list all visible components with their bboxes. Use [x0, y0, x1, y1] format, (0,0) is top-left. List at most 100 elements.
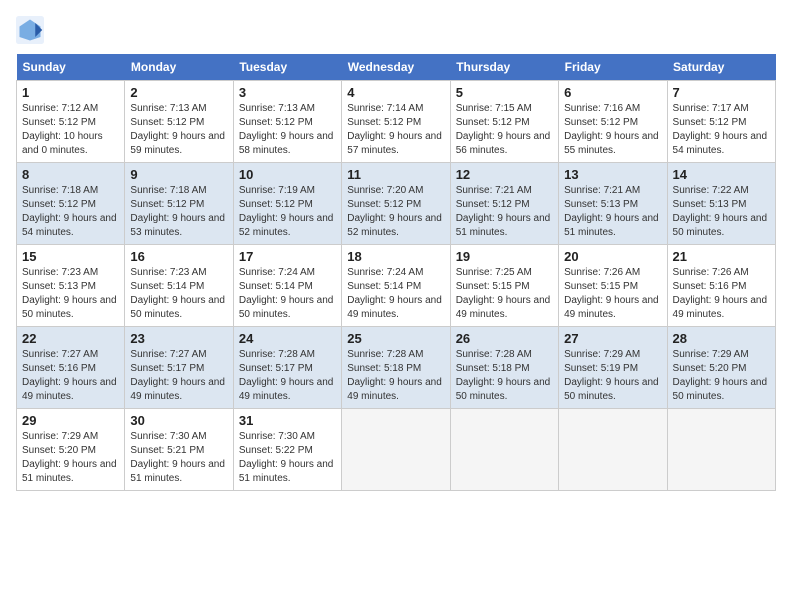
day-info: Sunrise: 7:27 AMSunset: 5:17 PMDaylight:… [130, 348, 227, 404]
day-number: 29 [22, 413, 119, 428]
calendar-cell: 31Sunrise: 7:30 AMSunset: 5:22 PMDayligh… [233, 409, 341, 491]
day-info: Sunrise: 7:16 AMSunset: 5:12 PMDaylight:… [564, 102, 661, 158]
day-info: Sunrise: 7:24 AMSunset: 5:14 PMDaylight:… [239, 266, 336, 322]
calendar-week-row: 8 Sunrise: 7:18 AMSunset: 5:12 PMDaylight… [17, 163, 776, 245]
day-info: Sunrise: 7:26 AMSunset: 5:16 PMDaylight:… [673, 266, 770, 322]
day-number: 18 [347, 249, 444, 264]
column-header-sunday: Sunday [17, 54, 125, 81]
day-info: Sunrise: 7:20 AMSunset: 5:12 PMDaylight:… [347, 184, 444, 240]
column-header-thursday: Thursday [450, 54, 558, 81]
day-info: Sunrise: 7:30 AMSunset: 5:21 PMDaylight:… [130, 430, 227, 486]
day-number: 20 [564, 249, 661, 264]
day-number: 12 [456, 167, 553, 182]
calendar-table: SundayMondayTuesdayWednesdayThursdayFrid… [16, 54, 776, 491]
day-info: Sunrise: 7:24 AMSunset: 5:14 PMDaylight:… [347, 266, 444, 322]
calendar-cell: 30 Sunrise: 7:30 AMSunset: 5:21 PMDayligh… [125, 409, 233, 491]
calendar-cell: 14Sunrise: 7:22 AMSunset: 5:13 PMDayligh… [667, 163, 775, 245]
day-number: 11 [347, 167, 444, 182]
calendar-cell: 19 Sunrise: 7:25 AMSunset: 5:15 PMDayligh… [450, 245, 558, 327]
calendar-cell: 29 Sunrise: 7:29 AMSunset: 5:20 PMDayligh… [17, 409, 125, 491]
day-number: 1 [22, 85, 119, 100]
day-info: Sunrise: 7:29 AMSunset: 5:20 PMDaylight:… [673, 348, 770, 404]
calendar-cell: 9 Sunrise: 7:18 AMSunset: 5:12 PMDaylight… [125, 163, 233, 245]
day-info: Sunrise: 7:15 AMSunset: 5:12 PMDaylight:… [456, 102, 553, 158]
calendar-cell: 10 Sunrise: 7:19 AMSunset: 5:12 PMDayligh… [233, 163, 341, 245]
day-number: 4 [347, 85, 444, 100]
calendar-cell: 4 Sunrise: 7:14 AMSunset: 5:12 PMDaylight… [342, 81, 450, 163]
day-info: Sunrise: 7:12 AMSunset: 5:12 PMDaylight:… [22, 102, 119, 158]
day-info: Sunrise: 7:25 AMSunset: 5:15 PMDaylight:… [456, 266, 553, 322]
day-info: Sunrise: 7:19 AMSunset: 5:12 PMDaylight:… [239, 184, 336, 240]
day-number: 30 [130, 413, 227, 428]
calendar-cell [342, 409, 450, 491]
day-info: Sunrise: 7:13 AMSunset: 5:12 PMDaylight:… [239, 102, 336, 158]
calendar-week-row: 22Sunrise: 7:27 AMSunset: 5:16 PMDayligh… [17, 327, 776, 409]
calendar-cell: 26 Sunrise: 7:28 AMSunset: 5:18 PMDayligh… [450, 327, 558, 409]
day-number: 10 [239, 167, 336, 182]
day-info: Sunrise: 7:23 AMSunset: 5:14 PMDaylight:… [130, 266, 227, 322]
calendar-cell [559, 409, 667, 491]
day-info: Sunrise: 7:18 AMSunset: 5:12 PMDaylight:… [130, 184, 227, 240]
day-number: 2 [130, 85, 227, 100]
day-info: Sunrise: 7:14 AMSunset: 5:12 PMDaylight:… [347, 102, 444, 158]
calendar-cell: 12 Sunrise: 7:21 AMSunset: 5:12 PMDayligh… [450, 163, 558, 245]
calendar-cell: 6 Sunrise: 7:16 AMSunset: 5:12 PMDaylight… [559, 81, 667, 163]
day-number: 23 [130, 331, 227, 346]
day-info: Sunrise: 7:29 AMSunset: 5:20 PMDaylight:… [22, 430, 119, 486]
day-number: 6 [564, 85, 661, 100]
day-info: Sunrise: 7:27 AMSunset: 5:16 PMDaylight:… [22, 348, 119, 404]
calendar-cell: 22Sunrise: 7:27 AMSunset: 5:16 PMDayligh… [17, 327, 125, 409]
day-number: 31 [239, 413, 336, 428]
day-number: 16 [130, 249, 227, 264]
calendar-cell: 28 Sunrise: 7:29 AMSunset: 5:20 PMDayligh… [667, 327, 775, 409]
day-info: Sunrise: 7:26 AMSunset: 5:15 PMDaylight:… [564, 266, 661, 322]
day-number: 9 [130, 167, 227, 182]
calendar-header-row: SundayMondayTuesdayWednesdayThursdayFrid… [17, 54, 776, 81]
day-number: 24 [239, 331, 336, 346]
calendar-cell: 25 Sunrise: 7:28 AMSunset: 5:18 PMDayligh… [342, 327, 450, 409]
calendar-cell [450, 409, 558, 491]
calendar-cell [667, 409, 775, 491]
column-header-friday: Friday [559, 54, 667, 81]
calendar-cell: 13 Sunrise: 7:21 AMSunset: 5:13 PMDayligh… [559, 163, 667, 245]
calendar-cell: 23 Sunrise: 7:27 AMSunset: 5:17 PMDayligh… [125, 327, 233, 409]
day-info: Sunrise: 7:13 AMSunset: 5:12 PMDaylight:… [130, 102, 227, 158]
column-header-tuesday: Tuesday [233, 54, 341, 81]
calendar-cell: 3 Sunrise: 7:13 AMSunset: 5:12 PMDaylight… [233, 81, 341, 163]
day-info: Sunrise: 7:21 AMSunset: 5:13 PMDaylight:… [564, 184, 661, 240]
column-header-monday: Monday [125, 54, 233, 81]
logo [16, 16, 48, 44]
calendar-cell: 8Sunrise: 7:18 AMSunset: 5:12 PMDaylight… [17, 163, 125, 245]
day-number: 19 [456, 249, 553, 264]
column-header-saturday: Saturday [667, 54, 775, 81]
calendar-cell: 21 Sunrise: 7:26 AMSunset: 5:16 PMDayligh… [667, 245, 775, 327]
calendar-cell: 27Sunrise: 7:29 AMSunset: 5:19 PMDayligh… [559, 327, 667, 409]
day-info: Sunrise: 7:28 AMSunset: 5:17 PMDaylight:… [239, 348, 336, 404]
column-header-wednesday: Wednesday [342, 54, 450, 81]
day-number: 28 [673, 331, 770, 346]
calendar-cell: 17Sunrise: 7:24 AMSunset: 5:14 PMDayligh… [233, 245, 341, 327]
day-number: 27 [564, 331, 661, 346]
calendar-cell: 11 Sunrise: 7:20 AMSunset: 5:12 PMDayligh… [342, 163, 450, 245]
calendar-cell: 15 Sunrise: 7:23 AMSunset: 5:13 PMDayligh… [17, 245, 125, 327]
day-info: Sunrise: 7:21 AMSunset: 5:12 PMDaylight:… [456, 184, 553, 240]
day-info: Sunrise: 7:28 AMSunset: 5:18 PMDaylight:… [347, 348, 444, 404]
day-info: Sunrise: 7:22 AMSunset: 5:13 PMDaylight:… [673, 184, 770, 240]
calendar-week-row: 1 Sunrise: 7:12 AMSunset: 5:12 PMDaylight… [17, 81, 776, 163]
day-number: 7 [673, 85, 770, 100]
day-number: 26 [456, 331, 553, 346]
day-number: 3 [239, 85, 336, 100]
day-number: 25 [347, 331, 444, 346]
calendar-cell: 2 Sunrise: 7:13 AMSunset: 5:12 PMDaylight… [125, 81, 233, 163]
calendar-cell: 20 Sunrise: 7:26 AMSunset: 5:15 PMDayligh… [559, 245, 667, 327]
day-info: Sunrise: 7:17 AMSunset: 5:12 PMDaylight:… [673, 102, 770, 158]
day-number: 21 [673, 249, 770, 264]
day-info: Sunrise: 7:23 AMSunset: 5:13 PMDaylight:… [22, 266, 119, 322]
calendar-week-row: 29 Sunrise: 7:29 AMSunset: 5:20 PMDayligh… [17, 409, 776, 491]
calendar-cell: 24 Sunrise: 7:28 AMSunset: 5:17 PMDayligh… [233, 327, 341, 409]
page-header [16, 16, 776, 44]
day-number: 8 [22, 167, 119, 182]
day-number: 13 [564, 167, 661, 182]
day-number: 15 [22, 249, 119, 264]
day-info: Sunrise: 7:28 AMSunset: 5:18 PMDaylight:… [456, 348, 553, 404]
